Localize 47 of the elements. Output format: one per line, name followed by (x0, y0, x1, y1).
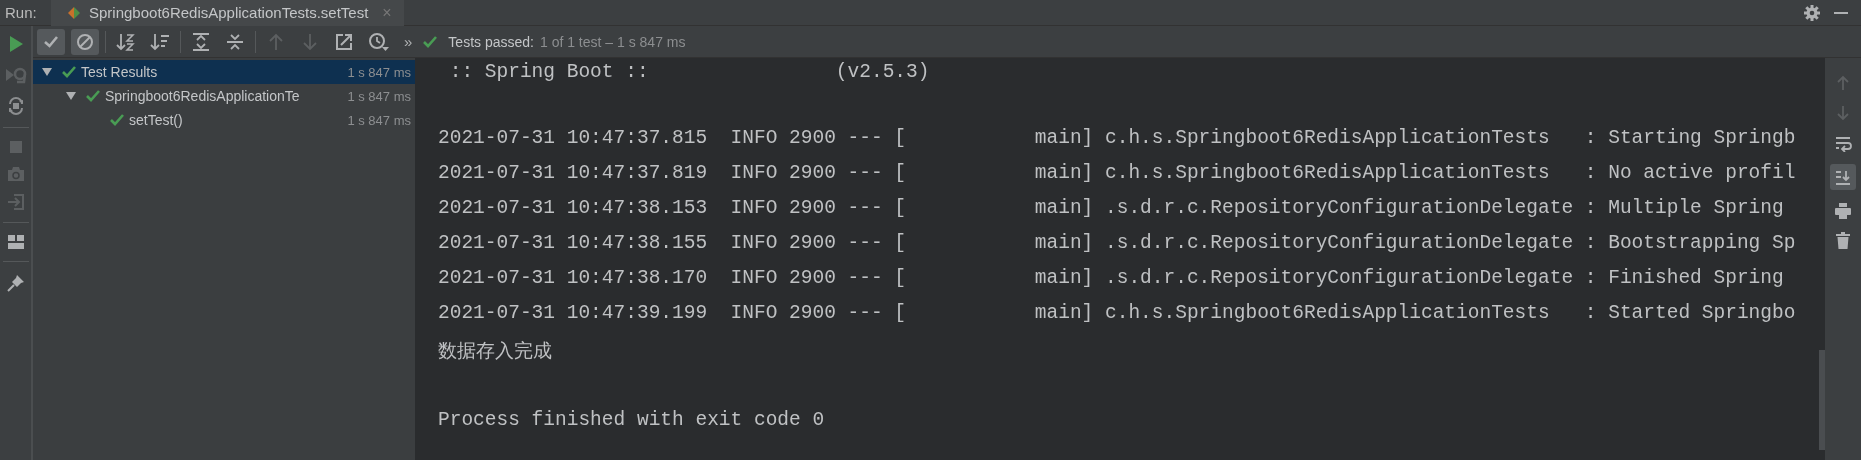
check-icon (109, 112, 125, 128)
diamond-icon (67, 5, 81, 20)
tree-row[interactable]: Test Results 1 s 847 ms (33, 60, 415, 84)
print-icon[interactable] (1834, 202, 1852, 220)
scroll-to-end-icon (1834, 168, 1852, 186)
console-line: :: Spring Boot :: (v2.5.3) (448, 60, 931, 85)
sort-alpha-icon[interactable] (116, 31, 136, 52)
status-detail: 1 of 1 test – 1 s 847 ms (539, 33, 686, 50)
console-line: 2021-07-31 10:47:37.819 INFO 2900 --- [ main] c.h.s.Springboot6RedisApplicationTests : No active profil (438, 161, 1797, 186)
show-passed-button[interactable] (37, 28, 65, 55)
collapse-all-icon[interactable] (225, 31, 245, 52)
expand-arrow-icon[interactable] (65, 90, 77, 102)
console-line: 2021-07-31 10:47:37.815 INFO 2900 --- [ main] c.h.s.Springboot6RedisApplicationTests : Starting Springb (438, 126, 1797, 151)
console-line: 数据存入完成 (438, 338, 553, 363)
console-line: Process finished with exit code 0 (438, 408, 826, 433)
expand-all-icon[interactable] (191, 31, 211, 52)
show-ignored-button[interactable] (71, 28, 99, 55)
trash-icon[interactable] (1834, 232, 1852, 250)
test-name: Test Results (81, 64, 159, 80)
test-duration: 1 s 847 ms (347, 88, 411, 104)
settings-icon[interactable] (1803, 3, 1821, 22)
check-icon (61, 64, 77, 80)
run-label: Run: (5, 4, 38, 21)
expand-arrow-icon[interactable] (41, 66, 53, 78)
scrollbar-thumb[interactable] (1819, 350, 1825, 450)
console-line: 2021-07-31 10:47:38.155 INFO 2900 --- [ main] .s.d.r.c.RepositoryConfigurationDelegate : Bootstrapping Sp (438, 231, 1797, 256)
more-button[interactable]: » (404, 33, 413, 50)
tree-row[interactable]: setTest() 1 s 847 ms (33, 108, 415, 132)
test-name: Springboot6RedisApplicationTe (105, 88, 301, 104)
run-tab[interactable]: Springboot6RedisApplicationTests.setTest × (51, 0, 404, 26)
tree-row[interactable]: Springboot6RedisApplicationTe 1 s 847 ms (33, 84, 415, 108)
sort-duration-icon[interactable] (150, 31, 170, 52)
scroll-to-end-button[interactable] (1830, 164, 1856, 190)
console-line: 2021-07-31 10:47:38.170 INFO 2900 --- [ main] .s.d.r.c.RepositoryConfigurationDelegate : Finished Spring (438, 266, 1785, 291)
layout-icon[interactable] (6, 234, 25, 250)
check-icon (85, 88, 101, 104)
status-label: Tests passed: (448, 33, 534, 50)
console-line: 2021-07-31 10:47:38.153 INFO 2900 --- [ main] .s.d.r.c.RepositoryConfigurationDelegate : Multiple Spring (438, 196, 1785, 221)
test-duration: 1 s 847 ms (347, 112, 411, 128)
soft-wrap-icon[interactable] (1834, 134, 1852, 152)
history-icon[interactable] (368, 31, 390, 52)
test-duration: 1 s 847 ms (347, 64, 411, 80)
export-icon[interactable] (334, 31, 354, 52)
pin-icon[interactable] (5, 273, 26, 293)
prohibited-icon (76, 32, 94, 51)
console-line: 2021-07-31 10:47:39.199 INFO 2900 --- [ main] c.h.s.Springboot6RedisApplicationTests : Started Springbo (438, 301, 1797, 326)
test-name: setTest() (129, 112, 184, 128)
